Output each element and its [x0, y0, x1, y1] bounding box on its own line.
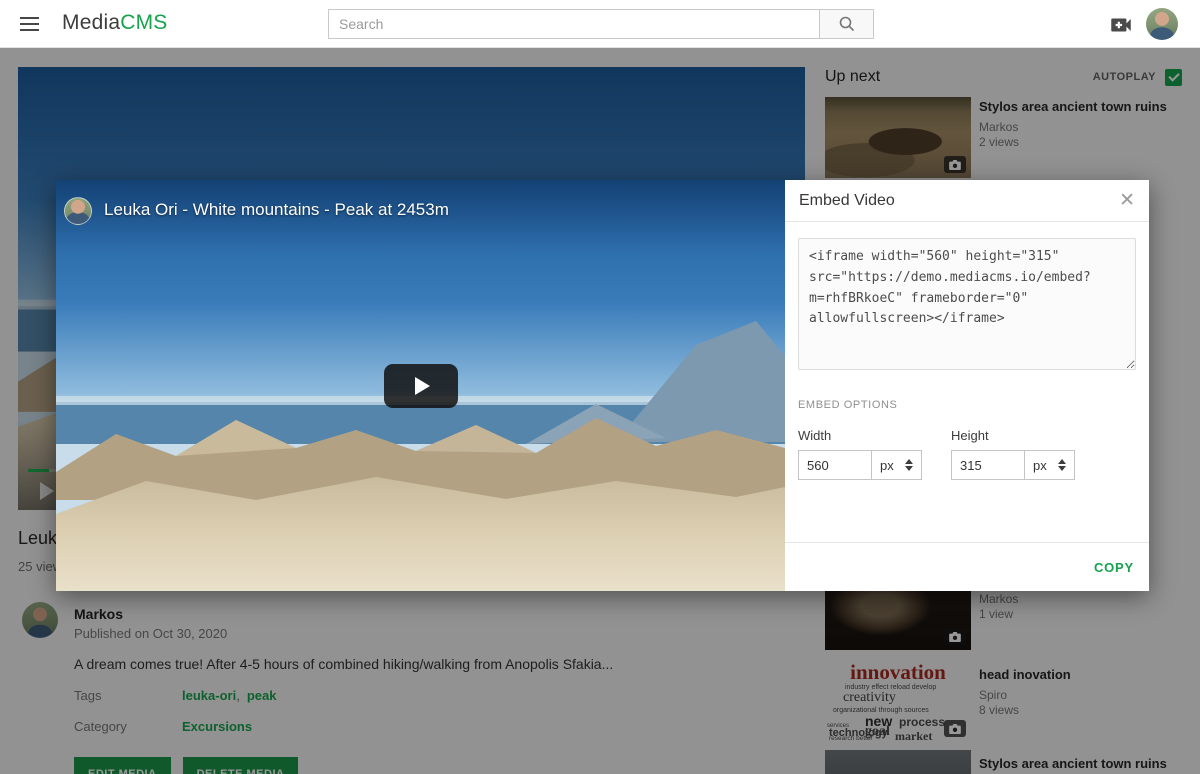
preview-play-button[interactable]	[384, 364, 458, 408]
play-icon	[415, 377, 430, 395]
width-label: Width	[798, 428, 922, 443]
embed-options-panel: Embed Video ✕ <iframe width="560" height…	[785, 180, 1149, 591]
embed-options-label: EMBED OPTIONS	[798, 399, 1136, 411]
height-unit-select[interactable]: px	[1025, 450, 1075, 480]
embed-preview-player[interactable]: Leuka Ori - White mountains - Peak at 24…	[56, 180, 785, 591]
search-icon	[838, 15, 856, 33]
unit-value: px	[880, 458, 894, 473]
modal-title: Embed Video	[799, 192, 895, 210]
width-unit-select[interactable]: px	[872, 450, 922, 480]
logo[interactable]: MediaCMS	[62, 11, 167, 35]
preview-author-avatar[interactable]	[64, 197, 92, 225]
top-bar: MediaCMS	[0, 0, 1200, 48]
height-label: Height	[951, 428, 1075, 443]
logo-cms: CMS	[120, 11, 167, 34]
height-input[interactable]	[951, 450, 1025, 480]
spinner-arrows-icon	[1058, 459, 1066, 471]
menu-icon[interactable]	[20, 17, 39, 31]
embed-video-modal: Leuka Ori - White mountains - Peak at 24…	[56, 180, 1149, 591]
upload-video-icon[interactable]	[1108, 12, 1134, 38]
user-avatar[interactable]	[1146, 8, 1178, 40]
copy-button[interactable]: COPY	[1094, 560, 1134, 575]
close-icon[interactable]: ✕	[1119, 191, 1135, 210]
embed-code-textarea[interactable]: <iframe width="560" height="315" src="ht…	[798, 238, 1136, 370]
unit-value: px	[1033, 458, 1047, 473]
width-input[interactable]	[798, 450, 872, 480]
search-button[interactable]	[820, 9, 874, 39]
search-input[interactable]	[328, 9, 820, 39]
preview-video-title: Leuka Ori - White mountains - Peak at 24…	[104, 200, 449, 220]
search-form	[328, 9, 874, 39]
logo-media: Media	[62, 11, 120, 34]
spinner-arrows-icon	[905, 459, 913, 471]
